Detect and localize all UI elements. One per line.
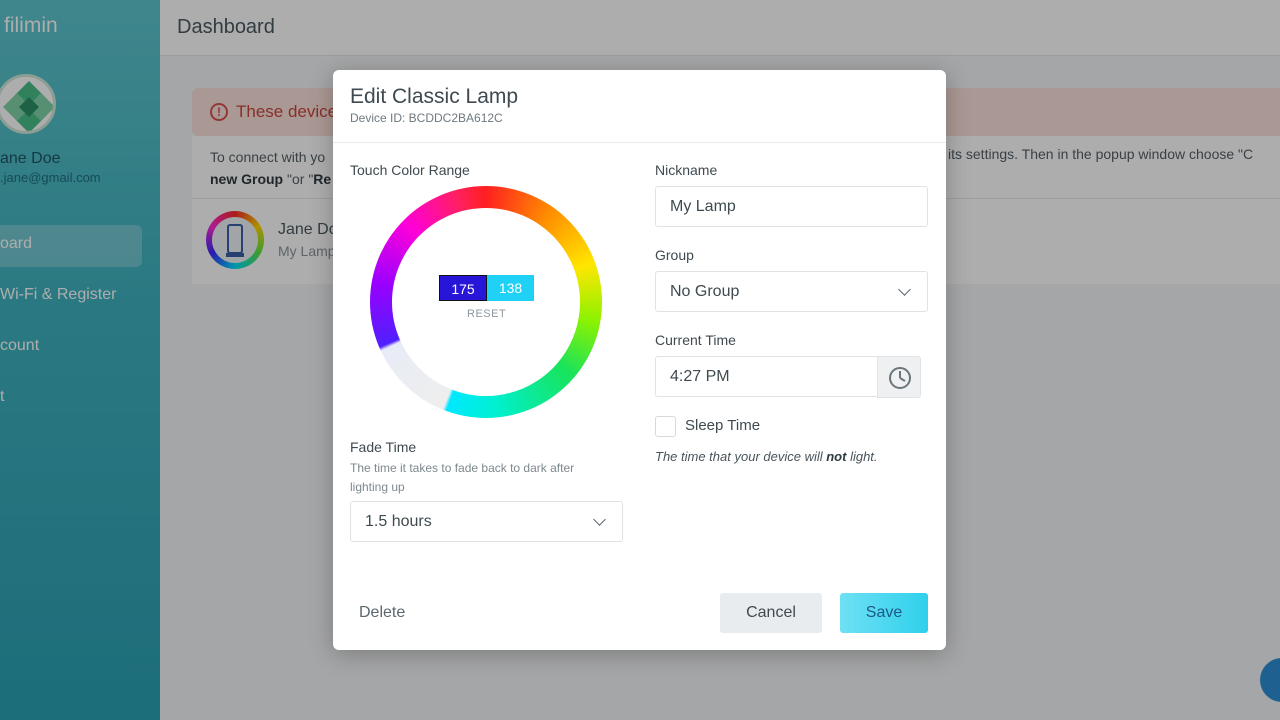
save-button[interactable]: Save (840, 593, 928, 633)
color-range-values: 175 138 (439, 275, 534, 301)
edit-device-modal: Edit Classic Lamp Device ID: BCDDC2BA612… (333, 70, 946, 650)
range-end-value[interactable]: 138 (487, 275, 534, 301)
note-before: The time that your device will (655, 449, 827, 464)
chevron-down-icon (898, 283, 911, 296)
group-label: Group (655, 247, 694, 263)
group-select[interactable]: No Group (655, 271, 928, 312)
clock-icon (889, 367, 911, 389)
fade-time-value: 1.5 hours (365, 513, 432, 530)
cancel-button[interactable]: Cancel (720, 593, 822, 633)
device-id: Device ID: BCDDC2BA612C (350, 111, 503, 125)
fade-time-help: The time it takes to fade back to dark a… (350, 461, 575, 494)
group-value: No Group (670, 283, 740, 300)
nickname-input[interactable]: My Lamp (655, 186, 928, 227)
modal-header: Edit Classic Lamp Device ID: BCDDC2BA612… (333, 70, 946, 143)
nickname-label: Nickname (655, 162, 718, 178)
sleep-time-checkbox[interactable] (655, 416, 676, 437)
touch-color-range-label: Touch Color Range (350, 162, 470, 178)
modal-title: Edit Classic Lamp (350, 85, 519, 108)
current-time-input[interactable]: 4:27 PM (655, 356, 878, 397)
sleep-time-note: The time that your device will not light… (655, 449, 878, 464)
note-bold: not (826, 449, 847, 464)
range-start-value[interactable]: 175 (439, 275, 487, 301)
color-wheel[interactable] (370, 186, 602, 418)
current-time-label: Current Time (655, 332, 736, 348)
note-after: light. (846, 449, 878, 464)
delete-button[interactable]: Delete (350, 594, 416, 632)
fade-time-select[interactable]: 1.5 hours (350, 501, 623, 542)
sleep-time-label[interactable]: Sleep Time (685, 417, 760, 434)
nickname-value: My Lamp (670, 198, 736, 215)
fade-time-label: Fade Time (350, 439, 417, 455)
reset-button[interactable]: RESET (467, 308, 506, 320)
chevron-down-icon (593, 513, 606, 526)
current-time-value: 4:27 PM (670, 368, 730, 385)
clock-picker-button[interactable] (877, 356, 921, 398)
